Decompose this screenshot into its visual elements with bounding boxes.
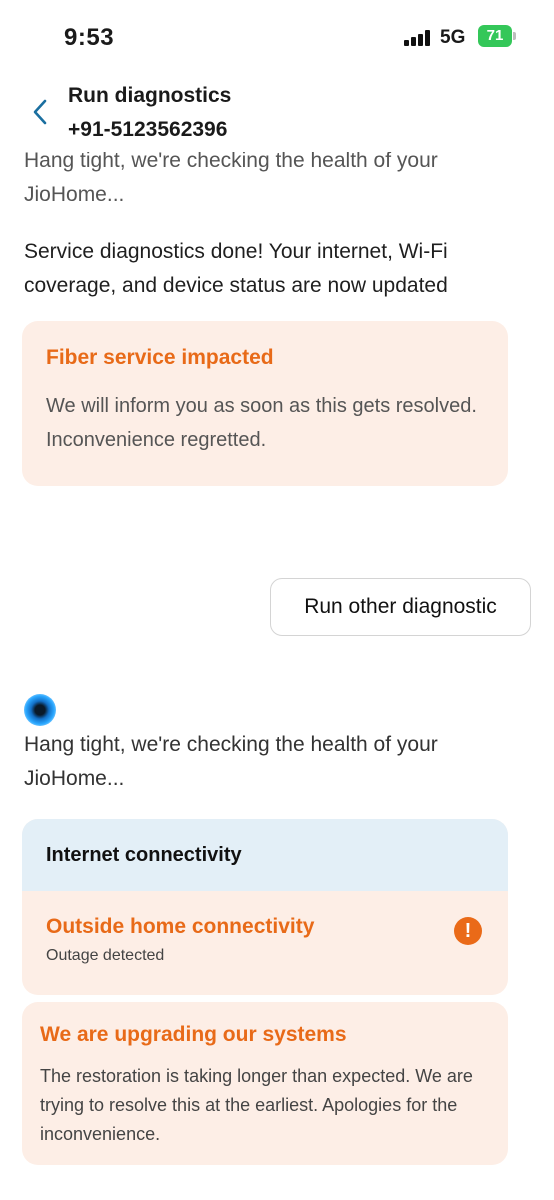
outside-home-connectivity-row[interactable]: Outside home connectivity Outage detecte…	[22, 891, 508, 995]
app-header: Run diagnostics +91-5123562396	[0, 72, 554, 152]
battery-level: 71	[486, 27, 504, 44]
fiber-alert-card: Fiber service impacted We will inform yo…	[22, 321, 508, 486]
upgrade-alert-body: The restoration is taking longer than ex…	[40, 1066, 473, 1144]
connectivity-card-header: Internet connectivity	[22, 819, 508, 891]
bot-avatar-icon	[24, 694, 56, 726]
upgrade-alert-title: We are upgrading our systems	[40, 1023, 347, 1046]
upgrade-alert-card: We are upgrading our systems The restora…	[22, 1002, 508, 1165]
page-title: Run diagnostics	[68, 84, 232, 107]
phone-number: +91-5123562396	[68, 118, 228, 141]
bot-message-checking-health: Hang tight, we're checking the health of…	[24, 733, 438, 790]
diagnostics-screen: 9:53 5G 71 Hang tight, we're checking th…	[0, 0, 554, 1200]
back-button[interactable]	[22, 94, 58, 130]
exclamation-icon: !	[454, 917, 482, 945]
bot-message-diagnostics-done: Service diagnostics done! Your internet,…	[24, 240, 448, 297]
status-bar: 9:53 5G 71	[0, 0, 554, 72]
signal-strength-icon	[404, 30, 430, 46]
chat-thread[interactable]: Hang tight, we're checking the health of…	[0, 152, 554, 1200]
battery-icon: 71	[478, 25, 516, 47]
fiber-alert-title: Fiber service impacted	[46, 346, 274, 369]
connectivity-row-title: Outside home connectivity	[46, 915, 315, 938]
chevron-left-icon	[33, 99, 47, 125]
bot-message-checking: Hang tight, we're checking the health of…	[24, 152, 438, 206]
connectivity-row-status: Outage detected	[46, 947, 165, 964]
status-time: 9:53	[64, 24, 115, 51]
network-type: 5G	[440, 27, 466, 48]
internet-connectivity-card: Internet connectivity Outside home conne…	[22, 819, 508, 995]
run-other-diagnostic-button[interactable]: Run other diagnostic	[270, 578, 531, 636]
fiber-alert-body: We will inform you as soon as this gets …	[46, 395, 477, 451]
